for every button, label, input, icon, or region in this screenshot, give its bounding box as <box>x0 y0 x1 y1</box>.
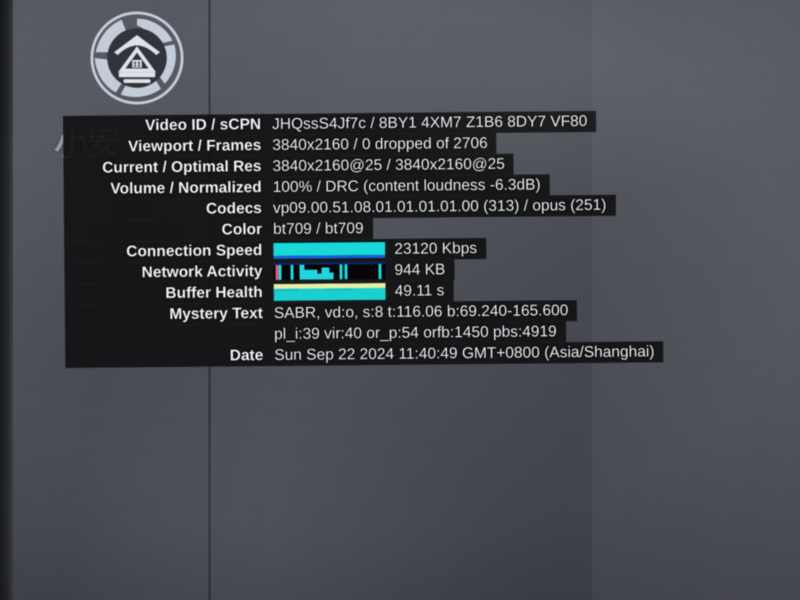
stat-value: bt709 / bt709 <box>272 218 373 240</box>
stat-label: Mystery Text <box>64 302 275 326</box>
stat-value: 100% / DRC (content loudness -6.3dB) <box>272 174 550 198</box>
stat-label: Buffer Health <box>64 281 274 305</box>
stat-value-cell: 944 KB <box>273 259 455 282</box>
stat-value: JHQssS4Jf7c / 8BY1 4XM7 Z1B6 8DY7 VF80 <box>271 110 597 135</box>
stat-value: Sun Sep 22 2024 11:40:49 GMT+0800 (Asia/… <box>274 341 664 366</box>
stat-label: Volume / Normalized <box>63 176 273 200</box>
stat-value-line1: SABR, vd:o, s:8 t:116.06 b:69.240-165.60… <box>273 300 578 324</box>
stat-label: Codecs <box>63 197 273 221</box>
stat-label: Video ID / sCPN <box>63 113 273 137</box>
stat-label-spacer <box>65 323 275 347</box>
connection-speed-graph <box>273 240 386 259</box>
stat-label: Color <box>64 218 274 242</box>
stat-value: 944 KB <box>394 261 446 279</box>
stat-label: Viewport / Frames <box>63 134 273 158</box>
stat-value: vp09.00.51.08.01.01.01.01.00 (313) / opu… <box>272 194 616 219</box>
stat-value: 49.11 s <box>394 282 445 300</box>
stats-for-nerds-panel: Video ID / sCPN JHQssS4Jf7c / 8BY1 4XM7 … <box>63 110 664 368</box>
stat-label: Current / Optimal Res <box>63 155 273 179</box>
stat-label: Date <box>65 344 275 368</box>
stat-value: 3840x2160 / 0 dropped of 2706 <box>272 132 497 156</box>
network-activity-graph <box>273 261 386 280</box>
stat-value-cell: 49.11 s <box>273 280 454 303</box>
stat-value-line2: pl_i:39 vir:40 or_p:54 orfb:1450 pbs:491… <box>274 321 566 345</box>
stat-value: 3840x2160@25 / 3840x2160@25 <box>272 153 514 177</box>
stat-value-cell: 23120 Kbps <box>273 237 487 261</box>
stat-value: 23120 Kbps <box>394 240 478 258</box>
stat-label: Connection Speed <box>64 239 274 263</box>
aperture-house-logo-icon <box>89 10 185 106</box>
buffer-health-graph <box>273 282 386 301</box>
stat-label: Network Activity <box>64 260 274 284</box>
